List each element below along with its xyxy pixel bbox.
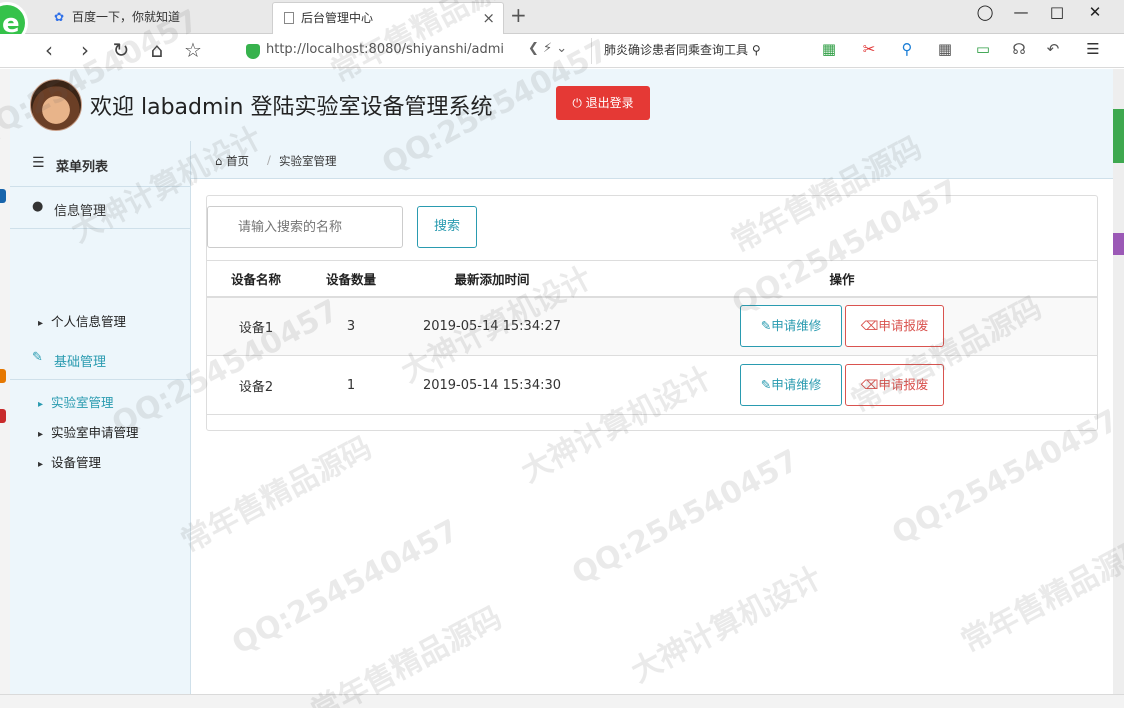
cell-count: 3: [305, 296, 397, 356]
menu-header: ☰ 菜单列表: [10, 141, 191, 187]
browser-window: e ✿ 百度一下，你就知道 后台管理中心 × + ◯ — □ ✕ ‹ › ↻ ⌂…: [0, 0, 1124, 708]
edit-icon: ✎: [760, 377, 772, 392]
search-input[interactable]: [207, 206, 403, 248]
sidebar-group-info[interactable]: ● 信息管理: [10, 187, 191, 229]
user-icon: ●: [32, 199, 44, 214]
repair-button[interactable]: ✎申请维修: [740, 364, 842, 406]
list-icon: ☰: [32, 155, 45, 171]
logout-button[interactable]: ⏻ 退出登录: [556, 86, 650, 120]
shield-icon: [246, 44, 260, 59]
tab-label: 百度一下，你就知道: [72, 10, 181, 24]
cell-actions: ✎申请维修 ⌫申请报废: [587, 355, 1097, 415]
table-header-row: 设备名称 设备数量 最新添加时间 操作: [207, 260, 1097, 298]
trash-icon: ⌫: [860, 377, 879, 392]
column-header-actions: 操作: [587, 260, 1097, 298]
scrap-button[interactable]: ⌫申请报废: [845, 364, 944, 406]
back-button[interactable]: ‹: [36, 38, 62, 62]
left-edge-strip: [0, 69, 10, 694]
tab-bar: e ✿ 百度一下，你就知道 后台管理中心 × + ◯ — □ ✕: [0, 0, 1124, 44]
column-header-name: 设备名称: [207, 260, 305, 298]
scrap-button[interactable]: ⌫申请报废: [845, 305, 944, 348]
sidebar-item-equipment[interactable]: 设备管理: [38, 452, 101, 471]
headphones-icon[interactable]: ☊: [1008, 40, 1030, 58]
sidebar-group-basic[interactable]: ✎ 基础管理: [10, 338, 191, 380]
welcome-title: 欢迎 labadmin 登陆实验室设备管理系统: [90, 95, 493, 120]
tab-baidu[interactable]: ✿ 百度一下，你就知道: [44, 2, 270, 34]
breadcrumb-current: 实验室管理: [279, 154, 337, 168]
tab-label: 后台管理中心: [301, 11, 374, 25]
power-icon: ⏻: [572, 96, 582, 110]
minimize-button[interactable]: —: [1010, 3, 1032, 21]
cell-time: 2019-05-14 15:34:27: [397, 296, 587, 356]
forward-button[interactable]: ›: [72, 38, 98, 62]
trash-icon: ⌫: [860, 318, 879, 334]
shirt-icon[interactable]: ◯: [974, 3, 996, 21]
search-icon[interactable]: ⚲: [896, 40, 918, 58]
reload-icon[interactable]: ↻: [108, 38, 134, 62]
edit-icon: ✎: [760, 318, 772, 334]
right-edge-strip: [1113, 69, 1124, 694]
browser-search-input[interactable]: 肺炎确诊患者同乘查询工具 ⚲: [604, 41, 790, 58]
cell-time: 2019-05-14 15:34:30: [397, 355, 587, 415]
sidebar: ☰ 菜单列表 ● 信息管理 个人信息管理 ✎ 基础管理 实验室管理 实验室申请管…: [10, 141, 191, 694]
page-header: 欢迎 labadmin 登陆实验室设备管理系统 ⏻ 退出登录: [10, 69, 1113, 141]
star-icon[interactable]: ☆: [180, 38, 206, 62]
column-header-time: 最新添加时间: [397, 260, 587, 298]
table-row: 设备2 1 2019-05-14 15:34:30 ✎申请维修 ⌫申请报废: [207, 355, 1097, 415]
home-icon[interactable]: ⌂: [144, 38, 170, 62]
undo-icon[interactable]: ↶: [1042, 40, 1064, 58]
close-window-button[interactable]: ✕: [1084, 3, 1106, 21]
cell-name: 设备1: [207, 296, 305, 356]
equipment-panel: 搜索 设备名称 设备数量 最新添加时间 操作 设备1 3 2019-05-14 …: [206, 195, 1098, 431]
share-icon[interactable]: ❮ ⚡ ⌄: [528, 41, 567, 56]
address-bar[interactable]: http://localhost:8080/shiyanshi/admi ❮ ⚡…: [238, 38, 592, 64]
new-tab-button[interactable]: +: [510, 3, 530, 27]
menu-icon[interactable]: ☰: [1082, 40, 1104, 58]
equipment-table: 设备名称 设备数量 最新添加时间 操作 设备1 3 2019-05-14 15:…: [207, 260, 1097, 415]
edit-icon: ✎: [32, 350, 43, 365]
breadcrumb-separator: /: [267, 153, 271, 167]
paw-icon: ✿: [53, 10, 65, 24]
cell-count: 1: [305, 355, 397, 415]
app-content: 欢迎 labadmin 登陆实验室设备管理系统 ⏻ 退出登录 ☰ 菜单列表 ● …: [10, 69, 1113, 694]
column-header-count: 设备数量: [305, 260, 397, 298]
translate-icon[interactable]: ▦: [818, 40, 840, 58]
nav-bar: ‹ › ↻ ⌂ ☆ http://localhost:8080/shiyansh…: [0, 34, 1124, 68]
repair-button[interactable]: ✎申请维修: [740, 305, 842, 348]
cell-actions: ✎申请维修 ⌫申请报废: [587, 296, 1097, 356]
apps-icon[interactable]: ▦: [934, 40, 956, 58]
address-url[interactable]: http://localhost:8080/shiyanshi/admi: [266, 42, 516, 57]
breadcrumb-home[interactable]: ⌂ 首页: [215, 153, 249, 169]
close-tab-icon[interactable]: ×: [482, 3, 495, 33]
sidebar-item-lab-apply[interactable]: 实验室申请管理: [38, 422, 139, 441]
table-row: 设备1 3 2019-05-14 15:34:27 ✎申请维修 ⌫申请报废: [207, 296, 1097, 356]
tab-admin[interactable]: 后台管理中心 ×: [272, 2, 504, 34]
breadcrumb: ⌂ 首页 / 实验室管理: [191, 141, 1113, 179]
side-tab-purple[interactable]: [1113, 233, 1124, 255]
status-bar: [0, 694, 1124, 708]
sidebar-item-personal-info[interactable]: 个人信息管理: [38, 311, 126, 330]
cell-name: 设备2: [207, 355, 305, 415]
battery-icon[interactable]: ▭: [972, 40, 994, 58]
scissors-icon[interactable]: ✂: [858, 40, 880, 58]
sidebar-item-lab[interactable]: 实验室管理: [38, 392, 114, 411]
avatar: [30, 79, 82, 131]
maximize-button[interactable]: □: [1046, 3, 1068, 21]
page-icon: [284, 12, 294, 24]
side-tab-green[interactable]: [1113, 109, 1124, 163]
search-button[interactable]: 搜索: [417, 206, 477, 248]
